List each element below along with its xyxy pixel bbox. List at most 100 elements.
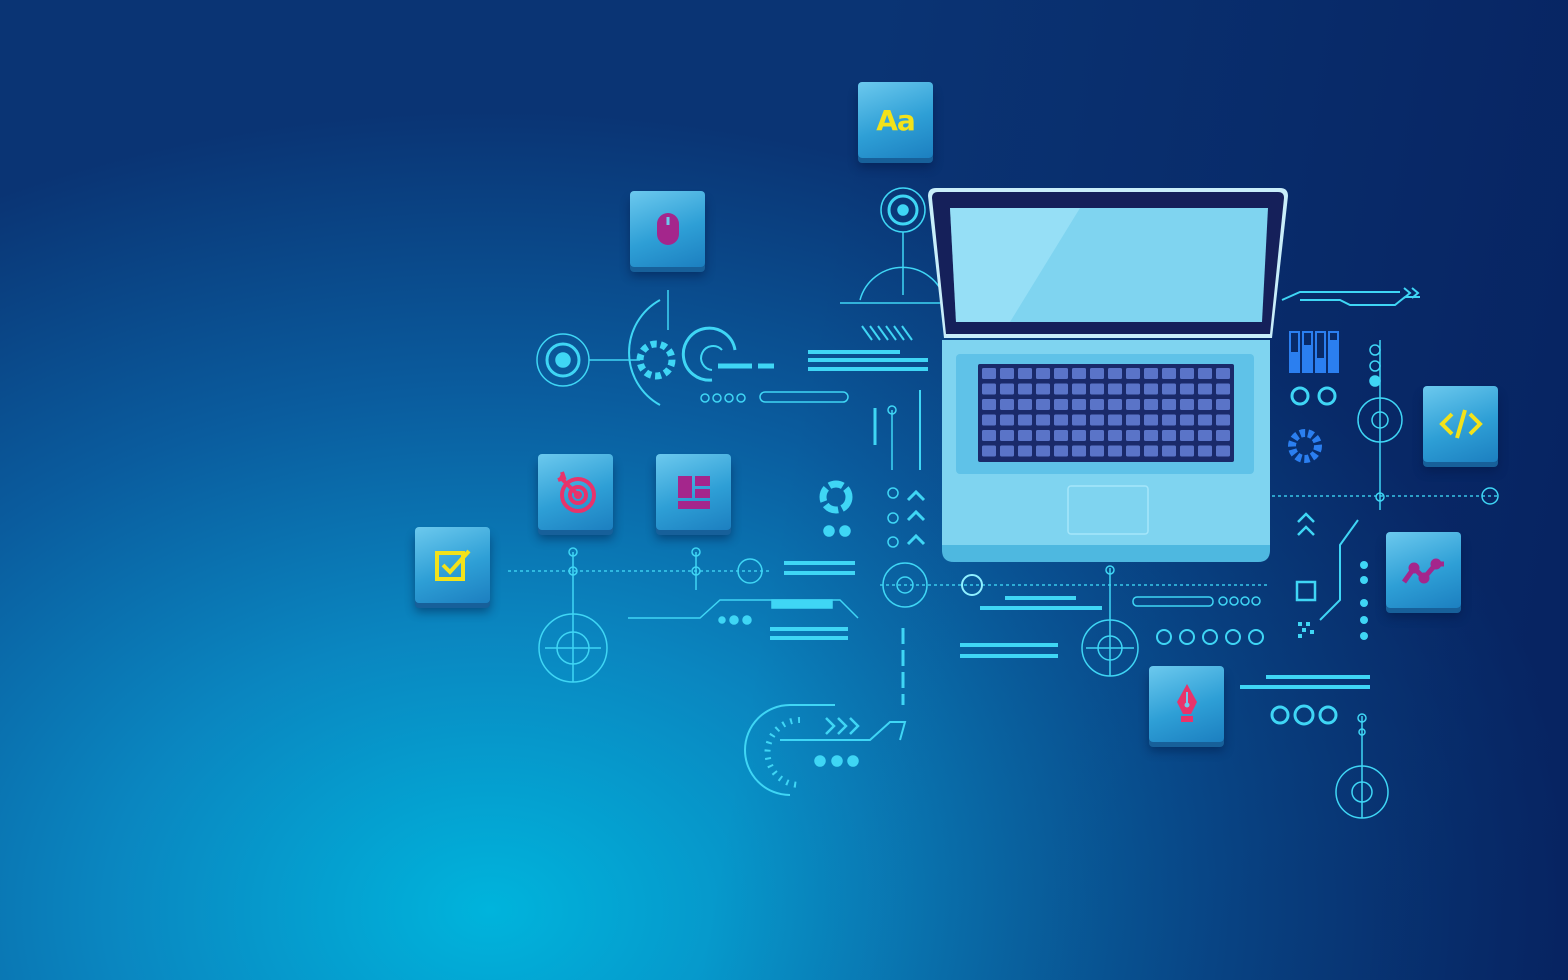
target-tile[interactable] xyxy=(538,454,613,530)
key xyxy=(1072,383,1086,395)
font-icon: Aa xyxy=(876,103,916,137)
key xyxy=(1090,430,1104,441)
key xyxy=(982,368,996,379)
key xyxy=(1144,399,1158,410)
key xyxy=(1036,399,1050,410)
key xyxy=(1162,399,1176,410)
key xyxy=(982,445,996,457)
key xyxy=(1180,414,1194,426)
key xyxy=(1018,368,1032,379)
key xyxy=(1108,383,1122,395)
key xyxy=(1162,430,1176,441)
key xyxy=(1216,368,1230,379)
key xyxy=(1018,430,1032,441)
key xyxy=(1108,399,1122,410)
key xyxy=(1018,445,1032,457)
checkbox-icon xyxy=(434,549,470,581)
code-tile[interactable] xyxy=(1423,386,1498,462)
layout-icon xyxy=(677,476,710,509)
key xyxy=(1126,445,1140,457)
line-chart-icon xyxy=(1401,558,1444,584)
crosshair-icon xyxy=(1335,713,1389,819)
key xyxy=(1162,383,1176,395)
key xyxy=(1162,445,1176,457)
key xyxy=(1198,383,1212,395)
font-tile[interactable]: Aa xyxy=(858,82,933,158)
key xyxy=(1036,430,1050,441)
key xyxy=(1000,399,1014,410)
checkbox-tile[interactable] xyxy=(415,527,490,603)
key xyxy=(1000,445,1014,457)
key xyxy=(1036,368,1050,379)
key xyxy=(1108,430,1122,441)
key xyxy=(1054,399,1068,410)
pen-nib-icon xyxy=(1176,684,1197,722)
mouse-tile[interactable] xyxy=(630,191,705,267)
crosshair-icon xyxy=(1081,565,1139,677)
key xyxy=(1126,399,1140,410)
key xyxy=(1198,399,1212,410)
key xyxy=(1198,445,1212,457)
key xyxy=(1216,399,1230,410)
key xyxy=(1108,368,1122,379)
key xyxy=(1054,414,1068,426)
key xyxy=(1072,399,1086,410)
key xyxy=(1162,368,1176,379)
key xyxy=(1126,414,1140,426)
crosshair-icon xyxy=(538,547,608,683)
key xyxy=(1018,383,1032,395)
key xyxy=(1000,368,1014,379)
key xyxy=(1018,399,1032,410)
key xyxy=(1162,414,1176,426)
key xyxy=(1054,383,1068,395)
key xyxy=(1072,445,1086,457)
key xyxy=(1180,368,1194,379)
key xyxy=(1126,383,1140,395)
key xyxy=(1018,414,1032,426)
pen-tile[interactable] xyxy=(1149,666,1224,742)
key xyxy=(1216,383,1230,395)
target-icon xyxy=(556,471,596,513)
key xyxy=(1090,368,1104,379)
key xyxy=(1144,414,1158,426)
key xyxy=(1072,430,1086,441)
key xyxy=(1144,445,1158,457)
key xyxy=(1036,445,1050,457)
key xyxy=(1054,430,1068,441)
key xyxy=(1180,383,1194,395)
key xyxy=(1216,430,1230,441)
key xyxy=(1072,368,1086,379)
key xyxy=(1126,430,1140,441)
key xyxy=(1198,430,1212,441)
key xyxy=(1000,383,1014,395)
key xyxy=(1090,383,1104,395)
chart-tile[interactable] xyxy=(1386,532,1461,608)
code-icon xyxy=(1438,409,1483,439)
key xyxy=(1180,445,1194,457)
layout-tile[interactable] xyxy=(656,454,731,530)
key xyxy=(982,430,996,441)
mouse-icon xyxy=(656,213,679,245)
key xyxy=(1000,430,1014,441)
key xyxy=(1036,383,1050,395)
key xyxy=(1126,368,1140,379)
key xyxy=(1216,414,1230,426)
key xyxy=(1000,414,1014,426)
key xyxy=(1108,414,1122,426)
hud-graphics xyxy=(508,187,1500,819)
key xyxy=(1054,445,1068,457)
key xyxy=(1144,368,1158,379)
key xyxy=(982,399,996,410)
key xyxy=(1180,430,1194,441)
key xyxy=(1090,414,1104,426)
key xyxy=(1198,414,1212,426)
key xyxy=(1054,368,1068,379)
key xyxy=(982,383,996,395)
key xyxy=(1090,399,1104,410)
key xyxy=(1180,399,1194,410)
key xyxy=(982,414,996,426)
key xyxy=(1108,445,1122,457)
key xyxy=(1144,430,1158,441)
key xyxy=(1090,445,1104,457)
key xyxy=(1198,368,1212,379)
